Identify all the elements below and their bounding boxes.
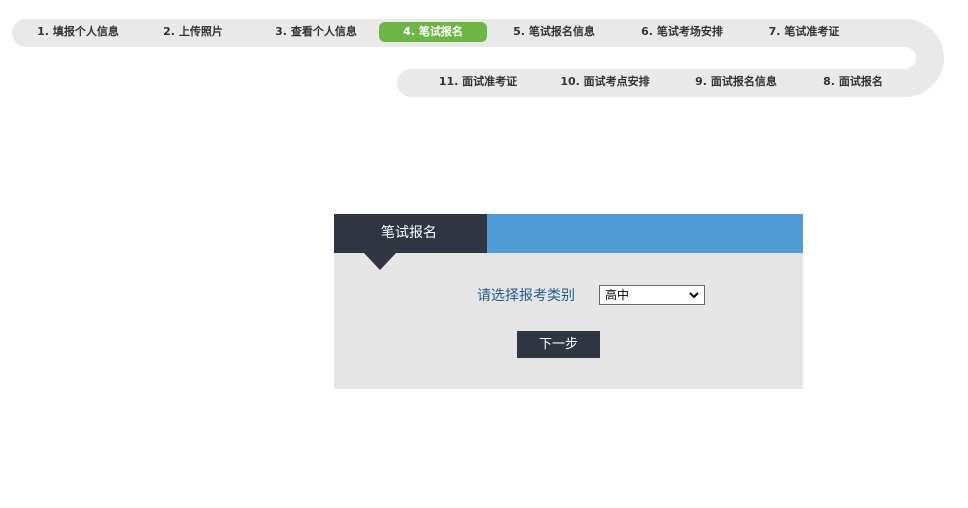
- step-2[interactable]: 2. 上传照片: [154, 22, 232, 42]
- category-select-value: 高中: [605, 288, 630, 302]
- step-7[interactable]: 7. 笔试准考证: [758, 22, 850, 42]
- step-8[interactable]: 8. 面试报名: [814, 72, 892, 92]
- next-step-button[interactable]: 下一步: [517, 331, 600, 358]
- step-11[interactable]: 11. 面试准考证: [430, 72, 526, 92]
- step-9[interactable]: 9. 面试报名信息: [686, 72, 786, 92]
- chevron-down-icon: [689, 292, 699, 299]
- page: 1. 填报个人信息 2. 上传照片 3. 查看个人信息 4. 笔试报名 5. 笔…: [0, 0, 968, 508]
- category-label: 请选择报考类别: [477, 288, 575, 304]
- step-3[interactable]: 3. 查看个人信息: [264, 22, 368, 42]
- progress-track-shape: [12, 19, 944, 97]
- panel-tab-pointer: [364, 253, 396, 270]
- category-select[interactable]: 高中: [599, 285, 705, 305]
- panel-title: 笔试报名: [334, 214, 487, 253]
- progress-steps: 1. 填报个人信息 2. 上传照片 3. 查看个人信息 4. 笔试报名 5. 笔…: [0, 0, 968, 110]
- registration-panel: 笔试报名 请选择报考类别 高中 下一步: [334, 214, 803, 389]
- step-10[interactable]: 10. 面试考点安排: [551, 72, 659, 92]
- step-5[interactable]: 5. 笔试报名信息: [502, 22, 606, 42]
- step-6[interactable]: 6. 笔试考场安排: [630, 22, 734, 42]
- step-1[interactable]: 1. 填报个人信息: [26, 22, 130, 42]
- step-4-active[interactable]: 4. 笔试报名: [379, 22, 487, 42]
